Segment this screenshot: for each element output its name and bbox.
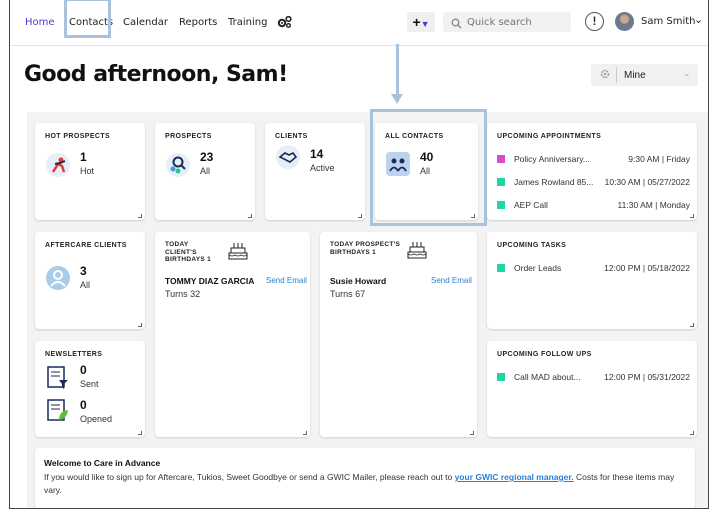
- regional-manager-link[interactable]: your GWIC regional manager.: [455, 472, 574, 482]
- avatar[interactable]: [615, 12, 634, 31]
- card-title: TODAY PROSPECT'S BIRTHDAYS 1: [330, 241, 401, 256]
- prospects-search-icon: [165, 152, 191, 178]
- user-menu-chevron-icon[interactable]: ⌄: [694, 13, 703, 26]
- owner-filter-select[interactable]: Mine ⌄: [591, 64, 698, 86]
- settings-gears-icon[interactable]: [277, 15, 293, 34]
- newsletters-sent-count: 0: [80, 363, 87, 377]
- aftercare-card[interactable]: AFTERCARE CLIENTS 3 All: [35, 232, 145, 329]
- hot-prospects-label: Hot: [80, 166, 95, 176]
- all-contacts-highlight-box: [370, 109, 487, 226]
- handshake-icon: [275, 144, 301, 170]
- nav-home[interactable]: Home: [25, 17, 55, 28]
- annotation-arrow-head: [391, 94, 403, 104]
- appointment-row[interactable]: AEP Call 11:30 AM | Monday: [497, 199, 690, 211]
- hot-prospects-count: 1: [80, 150, 87, 164]
- card-title: AFTERCARE CLIENTS: [45, 242, 127, 249]
- card-title: UPCOMING APPOINTMENTS: [497, 133, 602, 140]
- card-title: NEWSLETTERS: [45, 351, 103, 358]
- birthday-turns: Turns 32: [165, 289, 201, 299]
- prospects-card[interactable]: PROSPECTS 23 All: [155, 123, 255, 220]
- clients-count: 14: [310, 147, 324, 161]
- nav-training[interactable]: Training: [228, 17, 267, 28]
- owner-filter-value: Mine: [624, 70, 646, 81]
- send-email-link[interactable]: Send Email: [266, 276, 307, 285]
- birthday-contact-name[interactable]: TOMMY DIAZ GARCIA: [165, 276, 254, 286]
- client-birthdays-card[interactable]: TODAY CLIENT'S BIRTHDAYS 1 TOMMY DIAZ GA…: [155, 232, 310, 437]
- aftercare-count: 3: [80, 264, 87, 278]
- newsletters-sent-label: Sent: [80, 379, 99, 389]
- person-icon: [45, 265, 71, 291]
- quick-search[interactable]: [443, 12, 571, 32]
- welcome-title: Welcome to Care in Advance: [44, 458, 161, 468]
- app-frame: Home Contacts Calendar Reports Training …: [9, 0, 709, 509]
- clients-card[interactable]: CLIENTS 14 Active: [265, 123, 365, 220]
- clients-label: Active: [310, 163, 335, 173]
- prospects-label: All: [200, 166, 211, 176]
- appointments-card[interactable]: UPCOMING APPOINTMENTS Policy Anniversary…: [487, 123, 697, 220]
- birthday-contact-name[interactable]: Susie Howard: [330, 276, 386, 286]
- page-title: Good afternoon, Sam!: [24, 62, 288, 87]
- card-title: TODAY CLIENT'S BIRTHDAYS 1: [165, 241, 212, 263]
- chevron-down-icon: ▼: [420, 19, 430, 29]
- newsletter-sent-icon: [45, 365, 71, 391]
- newsletter-opened-icon: [45, 398, 71, 424]
- alert-icon[interactable]: !: [585, 12, 604, 31]
- card-title: UPCOMING TASKS: [497, 242, 567, 249]
- card-title: PROSPECTS: [165, 133, 212, 140]
- aftercare-label: All: [80, 280, 91, 290]
- nav-reports[interactable]: Reports: [179, 17, 217, 28]
- appointment-row[interactable]: Policy Anniversary... 9:30 AM | Friday: [497, 153, 690, 165]
- tasks-card[interactable]: UPCOMING TASKS Order Leads 12:00 PM | 05…: [487, 232, 697, 329]
- annotation-arrow: [396, 44, 399, 96]
- plus-icon: +: [412, 14, 421, 30]
- send-email-link[interactable]: Send Email: [431, 276, 472, 285]
- prospects-count: 23: [200, 150, 214, 164]
- newsletters-opened-label: Opened: [80, 414, 113, 424]
- gear-icon: [599, 68, 611, 83]
- followups-card[interactable]: UPCOMING FOLLOW UPS Call MAD about... 12…: [487, 341, 697, 437]
- prospect-birthdays-card[interactable]: TODAY PROSPECT'S BIRTHDAYS 1 Susie Howar…: [320, 232, 477, 437]
- nav-calendar[interactable]: Calendar: [123, 17, 168, 28]
- card-title: UPCOMING FOLLOW UPS: [497, 351, 592, 358]
- birthday-cake-icon: [227, 240, 249, 265]
- quick-add-button[interactable]: +▼: [407, 12, 435, 32]
- hot-prospects-card[interactable]: HOT PROSPECTS 1 Hot: [35, 123, 145, 220]
- search-input[interactable]: [467, 15, 567, 29]
- welcome-banner: Welcome to Care in Advance If you would …: [35, 448, 695, 508]
- chevron-down-icon: ⌄: [683, 68, 691, 78]
- newsletters-card[interactable]: NEWSLETTERS 0 Sent 0 Opened: [35, 341, 145, 437]
- newsletters-opened-count: 0: [80, 398, 87, 412]
- card-title: CLIENTS: [275, 133, 308, 140]
- followup-row[interactable]: Call MAD about... 12:00 PM | 05/31/2022: [497, 371, 690, 383]
- birthday-cake-icon: [406, 239, 428, 264]
- contacts-highlight-box: [64, 0, 111, 38]
- card-title: HOT PROSPECTS: [45, 133, 111, 140]
- search-icon: [451, 16, 462, 34]
- task-row[interactable]: Order Leads 12:00 PM | 05/18/2022: [497, 262, 690, 274]
- welcome-text: If you would like to sign up for Afterca…: [44, 472, 675, 495]
- hot-prospect-icon: [45, 152, 71, 178]
- appointment-row[interactable]: James Rowland 85... 10:30 AM | 05/27/202…: [497, 176, 690, 188]
- top-nav: Home Contacts Calendar Reports Training …: [10, 0, 708, 46]
- user-name[interactable]: Sam Smith: [641, 16, 696, 27]
- birthday-turns: Turns 67: [330, 289, 366, 299]
